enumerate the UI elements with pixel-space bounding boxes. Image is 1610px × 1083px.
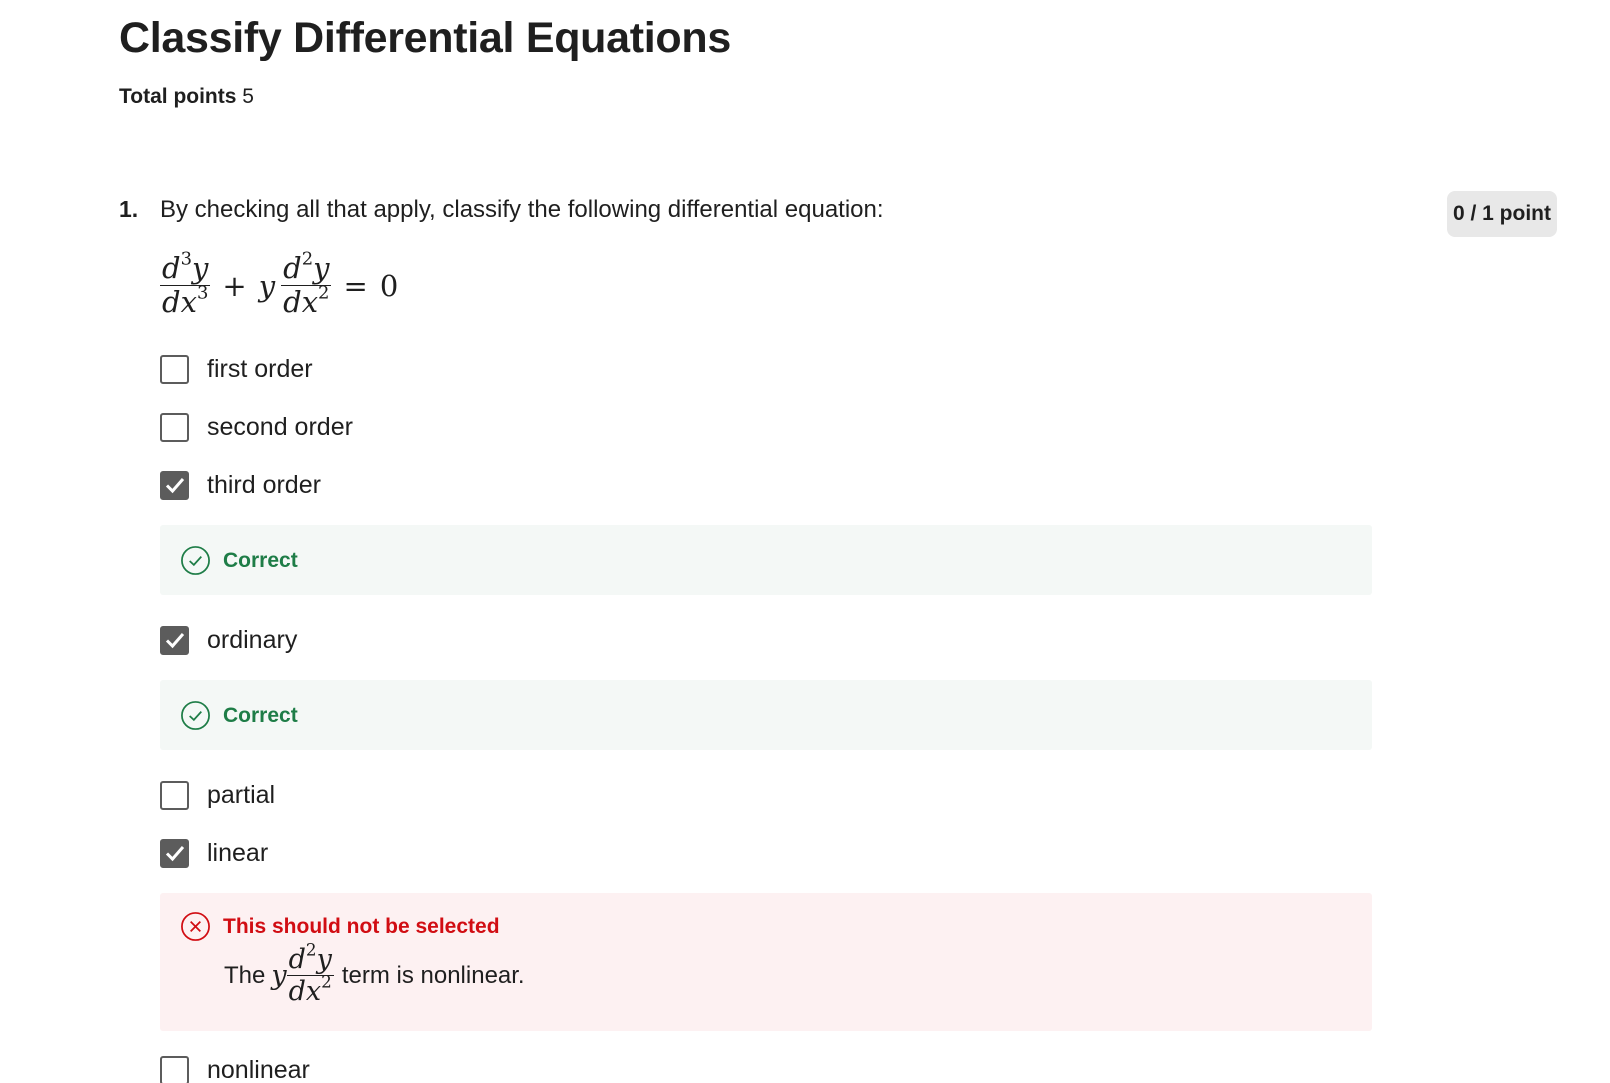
question-equation: d3y dx3 + y d2y dx2 = 0 — [160, 248, 399, 319]
feedback-header: This should not be selected — [180, 911, 500, 942]
question-text: By checking all that apply, classify the… — [160, 196, 884, 223]
x-circle-icon — [181, 912, 210, 941]
option-nonlinear[interactable]: nonlinear — [160, 1055, 310, 1083]
total-points: Total points 5 — [119, 85, 254, 109]
feedback-title: This should not be selected — [223, 914, 500, 938]
feedback-explanation: The y d2y dx2 term is nonlinear. — [224, 939, 525, 1007]
feedback-incorrect: This should not be selected The y d2y dx… — [160, 893, 1372, 1031]
checkmark-icon — [165, 846, 184, 862]
checkbox-checked[interactable] — [160, 625, 189, 655]
option-first-order[interactable]: first order — [160, 354, 313, 384]
option-label: partial — [207, 780, 276, 809]
explanation-prefix: The — [224, 961, 266, 989]
checkbox-checked[interactable] — [160, 470, 189, 500]
check-circle-icon — [181, 701, 210, 730]
option-label: third order — [207, 470, 321, 499]
option-label: linear — [207, 838, 269, 867]
explanation-suffix: term is nonlinear. — [341, 961, 525, 989]
score-badge: 0 / 1 point — [1447, 191, 1557, 237]
feedback-title: Correct — [223, 703, 298, 727]
total-points-label: Total points — [119, 85, 237, 108]
option-third-order[interactable]: third order — [160, 470, 321, 500]
checkbox[interactable] — [160, 1055, 189, 1083]
question-number: 1. — [119, 196, 139, 222]
checkbox[interactable] — [160, 354, 189, 384]
option-linear[interactable]: linear — [160, 838, 268, 868]
feedback-header: Correct — [180, 545, 298, 576]
option-partial[interactable]: partial — [160, 780, 275, 810]
equation-equals: = — [343, 269, 368, 304]
equation-plus: + — [222, 269, 247, 304]
option-label: first order — [207, 354, 313, 383]
feedback-correct: Correct — [160, 525, 1372, 595]
checkmark-icon — [165, 478, 184, 494]
option-label: second order — [207, 412, 353, 441]
checkbox-checked[interactable] — [160, 838, 189, 868]
explanation-math: y d2y dx2 — [271, 939, 334, 1007]
total-points-value: 5 — [242, 85, 254, 108]
option-ordinary[interactable]: ordinary — [160, 625, 297, 655]
option-second-order[interactable]: second order — [160, 412, 353, 442]
feedback-correct: Correct — [160, 680, 1372, 750]
feedback-header: Correct — [180, 700, 298, 731]
equation-coef: y — [258, 269, 276, 304]
checkbox[interactable] — [160, 412, 189, 442]
checkbox[interactable] — [160, 780, 189, 810]
checkmark-icon — [165, 633, 184, 649]
option-label: ordinary — [207, 625, 298, 654]
option-label: nonlinear — [207, 1055, 310, 1083]
check-circle-icon — [181, 546, 210, 575]
page-title: Classify Differential Equations — [119, 14, 731, 62]
equation-term1: d3y dx3 — [160, 248, 211, 319]
equation-term2: d2y dx2 — [281, 248, 332, 319]
feedback-title: Correct — [223, 548, 298, 572]
equation-rhs: 0 — [379, 269, 399, 304]
